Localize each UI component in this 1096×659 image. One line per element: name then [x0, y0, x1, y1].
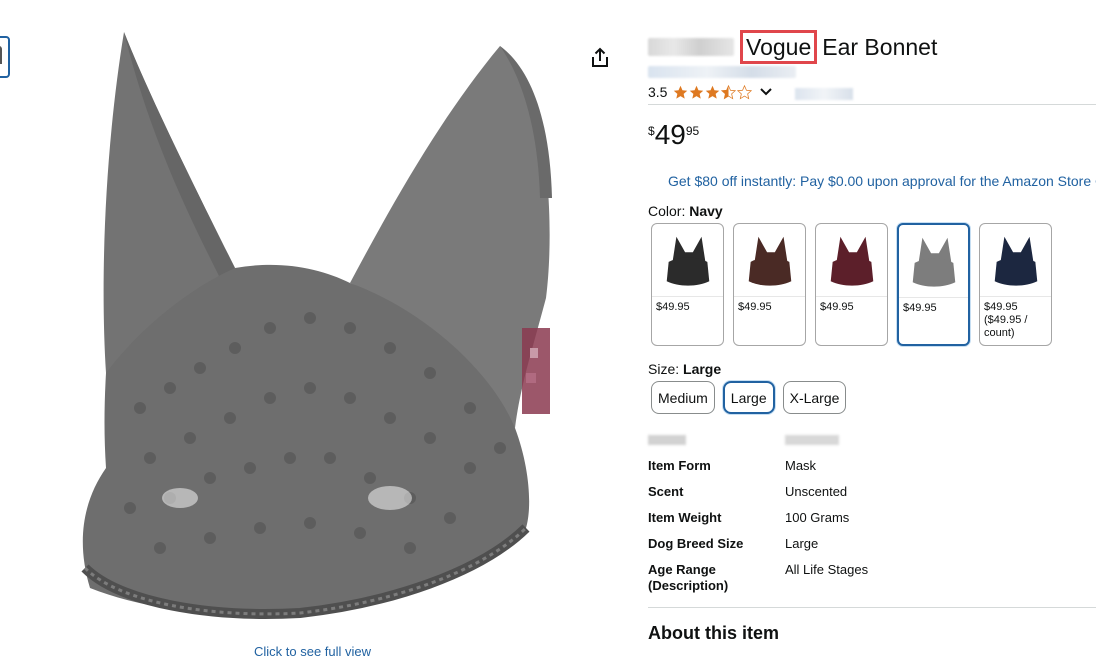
rating-row[interactable]: 3.5 — [648, 84, 773, 100]
swatch-image — [899, 225, 968, 298]
swatch-price: $49.95 ($49.95 / count) — [984, 301, 1028, 339]
spec-row: Item Weight 100 Grams — [648, 510, 1088, 526]
spec-row: Age Range (Description) All Life Stages — [648, 562, 1088, 594]
ratings-count-link[interactable] — [795, 88, 853, 100]
spec-key: Item Form — [648, 458, 711, 473]
spec-row: Scent Unscented — [648, 484, 1088, 500]
visit-store-link[interactable] — [648, 66, 796, 78]
spec-key: Item Weight — [648, 510, 722, 525]
main-product-image[interactable] — [60, 28, 580, 628]
swatch-image — [816, 224, 887, 297]
spec-value: Unscented — [785, 484, 848, 499]
redacted-text — [785, 435, 839, 445]
product-title: Vogue Ear Bonnet — [648, 30, 938, 64]
size-label-text: Size: — [648, 361, 680, 377]
thumbnail-selected[interactable] — [0, 36, 10, 78]
star-half-icon — [721, 84, 737, 99]
spec-value: Mask — [785, 458, 817, 473]
title-text: Ear Bonnet — [822, 33, 938, 60]
title-highlighted-word: Vogue — [740, 30, 818, 64]
price-whole: 49 — [654, 119, 686, 150]
redacted-text — [648, 435, 686, 445]
color-swatch[interactable]: $49.95 ($49.95 / count) — [979, 223, 1052, 346]
star-full-icon — [674, 85, 688, 99]
click-full-view-link[interactable]: Click to see full view — [254, 644, 371, 659]
color-swatch[interactable]: $49.95 — [651, 223, 724, 346]
size-option[interactable]: Large — [722, 381, 775, 414]
star-rating[interactable] — [673, 84, 753, 100]
spec-row: Item Form Mask — [648, 458, 1088, 474]
spec-row: Dog Breed Size Large — [648, 536, 1088, 552]
size-options: Medium Large X-Large — [651, 381, 847, 414]
spec-key: Scent — [648, 484, 684, 499]
price-fraction: 95 — [685, 124, 700, 138]
color-selected: Navy — [689, 203, 723, 219]
chevron-down-icon[interactable] — [759, 85, 773, 99]
product-specs: Item Form Mask Scent Unscented Item Weight 10… — [648, 458, 1088, 604]
color-swatch[interactable]: $49.95 — [897, 223, 970, 346]
swatch-price: $49.95 — [903, 302, 937, 314]
swatch-price: $49.95 — [820, 301, 854, 313]
swatch-price: $49.95 — [656, 301, 690, 313]
rating-value: 3.5 — [648, 84, 668, 100]
color-label: Color: Navy — [648, 203, 723, 219]
spec-value: 100 Grams — [785, 510, 850, 525]
about-heading: About this item — [648, 623, 779, 643]
divider — [648, 607, 1096, 608]
swatch-image — [980, 224, 1051, 297]
share-icon[interactable] — [588, 46, 612, 70]
star-full-icon — [690, 85, 704, 99]
size-option[interactable]: Medium — [651, 381, 715, 414]
price-symbol: $ — [648, 124, 655, 138]
color-swatch[interactable]: $49.95 — [815, 223, 888, 346]
star-empty-icon — [737, 84, 753, 99]
spec-value: All Life Stages — [785, 562, 869, 577]
spec-key: Age Range (Description) — [648, 562, 729, 593]
swatch-image — [652, 224, 723, 297]
star-full-icon — [706, 85, 720, 99]
brand-redacted — [648, 38, 734, 56]
color-swatches: $49.95 $49.95 $49.95 $49.95 $49.95 ($49.95 /… — [651, 223, 1052, 346]
spec-key: Dog Breed Size — [648, 536, 744, 551]
store-card-promo-link[interactable]: Get $80 off instantly: Pay $0.00 upon ap… — [668, 173, 1096, 189]
color-label-text: Color: — [648, 203, 686, 219]
size-label: Size: Large — [648, 361, 721, 377]
spec-value: Large — [785, 536, 819, 551]
swatch-price: $49.95 — [738, 301, 772, 313]
divider — [648, 104, 1096, 105]
size-option[interactable]: X-Large — [782, 381, 847, 414]
color-swatch[interactable]: $49.95 — [733, 223, 806, 346]
price: $ 49 95 — [648, 120, 699, 150]
swatch-image — [734, 224, 805, 297]
size-selected: Large — [683, 361, 722, 377]
